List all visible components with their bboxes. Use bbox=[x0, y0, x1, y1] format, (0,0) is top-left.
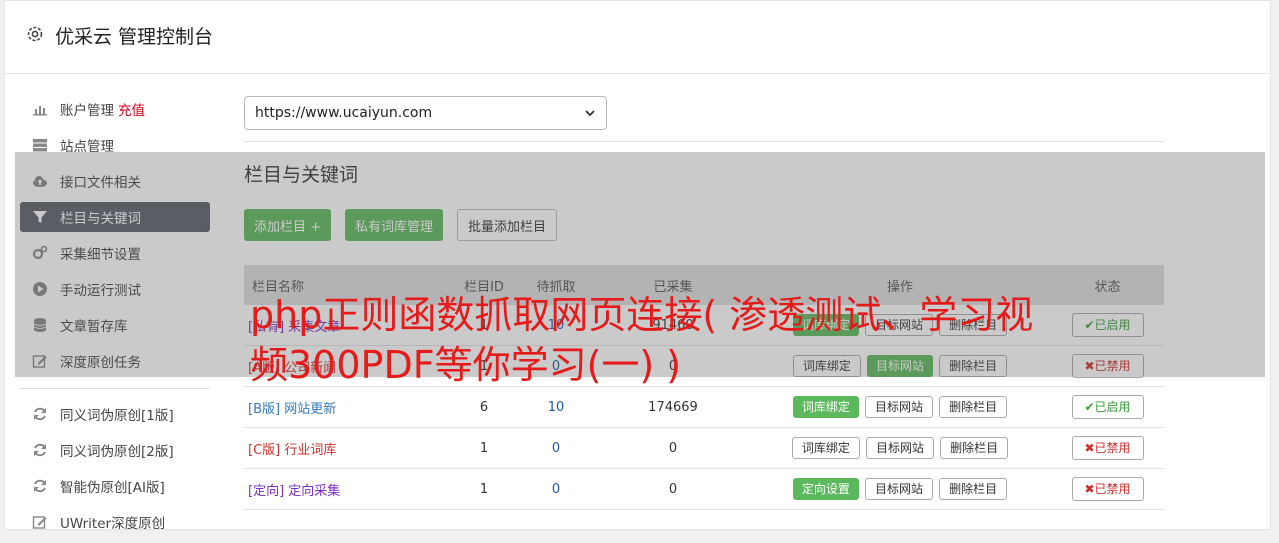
target-site-button[interactable]: 目标网站 bbox=[864, 396, 933, 418]
sidebar-item-label: 智能伪原创[AI版] bbox=[60, 480, 165, 496]
targeted-settings-button[interactable]: 定向设置 bbox=[792, 478, 859, 500]
gear-icon bbox=[27, 26, 43, 42]
column-name-link[interactable]: 网站更新 bbox=[284, 402, 336, 417]
sidebar-item-account[interactable]: 账户管理 充值 bbox=[20, 94, 210, 124]
header: 优采云 管理控制台 bbox=[5, 1, 1270, 74]
chevron-down-icon bbox=[585, 110, 595, 117]
cell-name: [C版] 行业词库 bbox=[244, 427, 453, 469]
sidebar-item-ai-original[interactable]: 智能伪原创[AI版] bbox=[20, 471, 210, 501]
status-toggle[interactable]: ✖已禁用 bbox=[1071, 436, 1144, 460]
divider bbox=[244, 141, 1164, 142]
cell-status: ✖已禁用 bbox=[1051, 427, 1164, 469]
cell-collected: 174669 bbox=[597, 386, 749, 428]
sidebar-item-synonym-v1[interactable]: 同义词伪原创[1版] bbox=[20, 399, 210, 429]
status-toggle[interactable]: ✔已启用 bbox=[1071, 395, 1144, 419]
column-tag: [定向] bbox=[248, 483, 285, 499]
table-row: [定向] 定向采集 1 0 0 定向设置 目标网站 删除栏目 ✖已禁用 bbox=[244, 468, 1164, 510]
bar-chart-icon bbox=[33, 106, 47, 116]
server-icon bbox=[33, 139, 47, 152]
cell-collected: 0 bbox=[597, 468, 749, 510]
cell-collected: 0 bbox=[597, 427, 749, 469]
target-site-button[interactable]: 目标网站 bbox=[865, 437, 934, 459]
site-select[interactable]: https://www.ucaiyun.com bbox=[244, 96, 607, 130]
cell-status: ✖已禁用 bbox=[1051, 468, 1164, 510]
sidebar-item-label: 同义词伪原创[2版] bbox=[60, 444, 174, 460]
cell-name: [B版] 网站更新 bbox=[244, 386, 453, 428]
cell-pending: 0 bbox=[515, 468, 597, 510]
column-tag: [B版] bbox=[248, 401, 281, 417]
sidebar-item-label: UWriter深度原创 bbox=[60, 516, 166, 532]
sidebar-item-label: 账户管理 bbox=[60, 103, 114, 119]
sidebar-item-uwriter[interactable]: UWriter深度原创 bbox=[20, 507, 210, 537]
cell-actions: 词库绑定 目标网站 删除栏目 bbox=[749, 427, 1051, 469]
cell-pending: 10 bbox=[515, 386, 597, 428]
refresh-icon bbox=[34, 479, 46, 493]
delete-column-button[interactable]: 删除栏目 bbox=[939, 478, 1008, 500]
site-select-value: https://www.ucaiyun.com bbox=[255, 105, 433, 121]
cell-pending: 0 bbox=[515, 427, 597, 469]
cell-id: 1 bbox=[453, 468, 515, 510]
refresh-icon bbox=[34, 443, 46, 457]
app-title: 优采云 管理控制台 bbox=[55, 26, 214, 48]
column-name-link[interactable]: 行业词库 bbox=[284, 443, 336, 458]
cell-status: ✔已启用 bbox=[1051, 386, 1164, 428]
bind-lexicon-button[interactable]: 词库绑定 bbox=[792, 396, 859, 418]
column-name-link[interactable]: 定向采集 bbox=[288, 484, 340, 499]
edit-icon bbox=[32, 516, 47, 529]
refresh-icon bbox=[34, 407, 46, 421]
cell-id: 1 bbox=[453, 427, 515, 469]
target-site-button[interactable]: 目标网站 bbox=[864, 478, 933, 500]
table-row: [C版] 行业词库 1 0 0 词库绑定 目标网站 删除栏目 ✖已禁用 bbox=[244, 427, 1164, 469]
status-toggle[interactable]: ✖已禁用 bbox=[1071, 477, 1144, 501]
table-row: [B版] 网站更新 6 10 174669 词库绑定 目标网站 删除栏目 ✔已启… bbox=[244, 386, 1164, 428]
cell-id: 6 bbox=[453, 386, 515, 428]
sidebar-item-label: 同义词伪原创[1版] bbox=[60, 408, 174, 424]
sidebar-divider bbox=[20, 388, 210, 389]
cell-actions: 定向设置 目标网站 删除栏目 bbox=[749, 468, 1051, 510]
delete-column-button[interactable]: 删除栏目 bbox=[940, 437, 1009, 459]
sidebar-item-synonym-v2[interactable]: 同义词伪原创[2版] bbox=[20, 435, 210, 465]
cell-actions: 词库绑定 目标网站 删除栏目 bbox=[749, 386, 1051, 428]
column-tag: [C版] bbox=[248, 442, 281, 458]
recharge-link[interactable]: 充值 bbox=[118, 99, 145, 119]
cell-name: [定向] 定向采集 bbox=[244, 468, 453, 510]
bind-lexicon-button[interactable]: 词库绑定 bbox=[791, 437, 860, 459]
delete-column-button[interactable]: 删除栏目 bbox=[939, 396, 1008, 418]
overlay-caption: php正则函数抓取网页连接( 渗透测试、学习视频300PDF等你学习(一) ) bbox=[250, 293, 1034, 387]
